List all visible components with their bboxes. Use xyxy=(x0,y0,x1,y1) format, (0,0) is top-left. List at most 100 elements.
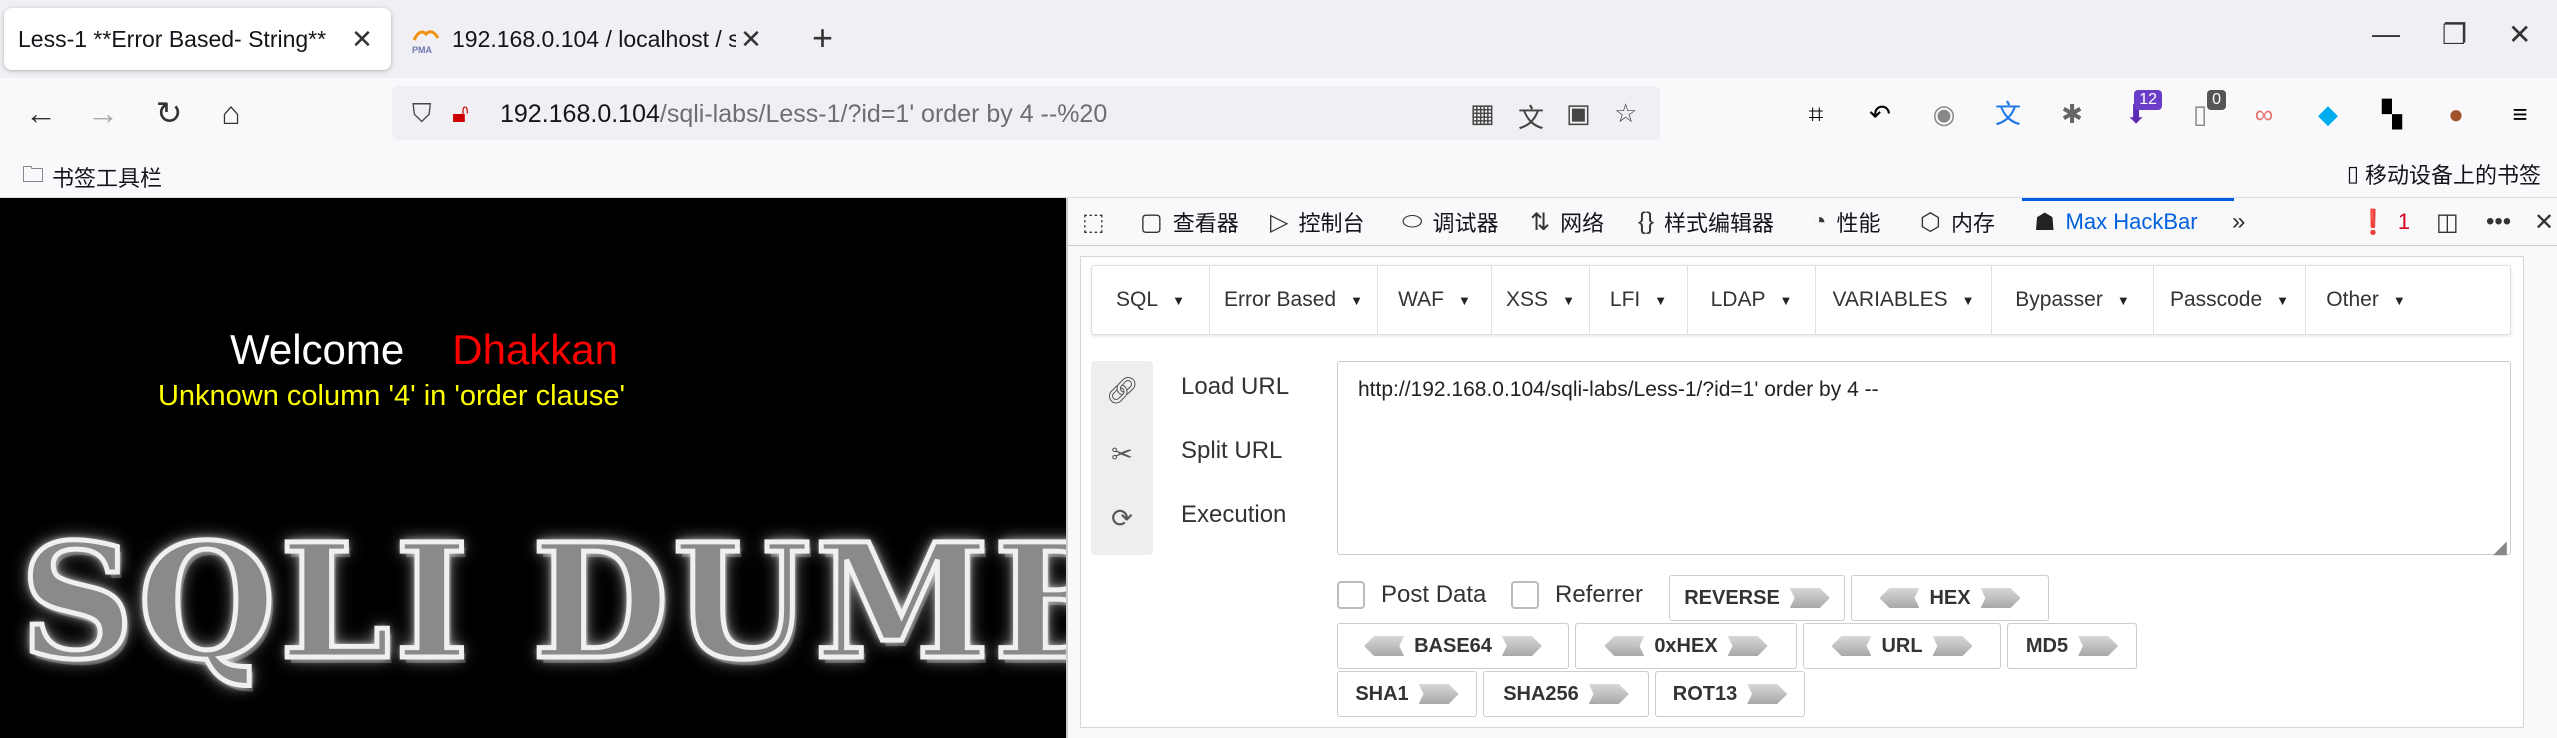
button-label: SHA256 xyxy=(1503,682,1579,705)
extensions-grid-icon[interactable]: ▣ xyxy=(1566,98,1591,129)
menu-other[interactable]: Other ▼ xyxy=(2306,266,2426,334)
menu-waf[interactable]: WAF ▼ xyxy=(1378,266,1492,334)
reverse-button[interactable]: REVERSE xyxy=(1669,575,1845,621)
download-icon[interactable]: ⬇ 12 xyxy=(2120,90,2162,130)
close-icon[interactable]: ✕ xyxy=(2508,18,2531,51)
menu-label: Other xyxy=(2326,288,2379,311)
md5-button[interactable]: MD5 xyxy=(2007,623,2137,669)
mobile-bookmarks-folder[interactable]: ▯ 移动设备上的书签 xyxy=(2347,158,2541,190)
devtools-tab-console[interactable]: ▷ 控制台 xyxy=(1270,198,1364,246)
link-extension-icon[interactable]: ∞ xyxy=(2248,98,2280,130)
devtools-tab-inspector[interactable]: ▢ 查看器 xyxy=(1140,198,1239,246)
button-label: SHA1 xyxy=(1355,682,1409,705)
insecure-lock-icon[interactable]: 🔓︎ xyxy=(452,98,469,130)
menu-sql[interactable]: SQL ▼ xyxy=(1092,266,1210,334)
devtools-tab-max-hackbar[interactable]: ☗ Max HackBar xyxy=(2034,198,2198,246)
menu-bypasser[interactable]: Bypasser ▼ xyxy=(1992,266,2154,334)
memory-icon: ⬡ xyxy=(1920,208,1941,236)
devtools-tab-style-editor[interactable]: {} 样式编辑器 xyxy=(1638,198,1774,246)
plus-icon[interactable]: + xyxy=(812,18,833,58)
base64-button[interactable]: BASE64 xyxy=(1337,623,1569,669)
counter-icon[interactable]: ▯ 0 xyxy=(2184,90,2226,130)
chevron-left-icon xyxy=(1879,588,1920,608)
post-data-toggle[interactable]: Post Data xyxy=(1337,581,1486,609)
pma-icon: PMA xyxy=(410,24,440,55)
split-url-button[interactable]: Split URL xyxy=(1181,437,1331,465)
0xhex-button[interactable]: 0xHEX xyxy=(1575,623,1797,669)
restore-icon[interactable]: ❐ xyxy=(2442,18,2467,51)
referrer-checkbox[interactable] xyxy=(1511,581,1539,609)
bookmark-star-icon[interactable]: ☆ xyxy=(1614,98,1637,129)
devtools-tab-memory[interactable]: ⬡ 内存 xyxy=(1920,198,1995,246)
mobile-bookmarks-label: 移动设备上的书签 xyxy=(2364,163,2541,188)
url-bar[interactable]: ⛉ 🔓︎ 192.168.0.104/sqli-labs/Less-1/?id=… xyxy=(392,86,1660,140)
chevron-right-icon xyxy=(1789,588,1830,608)
menu-label: LDAP xyxy=(1710,288,1766,311)
caret-down-icon: ▼ xyxy=(1654,292,1668,308)
referrer-toggle[interactable]: Referrer xyxy=(1511,581,1643,609)
close-devtools-icon[interactable]: ✕ xyxy=(2534,198,2554,246)
devtools-tab-debugger[interactable]: ⬭ 调试器 xyxy=(1402,198,1499,246)
caret-down-icon: ▼ xyxy=(1961,292,1975,308)
sql-error-message: Unknown column '4' in 'order clause' xyxy=(157,380,626,412)
tab-less-1[interactable]: Less-1 **Error Based- String** ✕ xyxy=(4,8,391,70)
chevron-left-icon xyxy=(1604,636,1645,656)
sqli-banner: SQLI DUMB SERIES-1 xyxy=(18,508,1066,698)
sha1-button[interactable]: SHA1 xyxy=(1337,671,1477,717)
menu-lfi[interactable]: LFI ▼ xyxy=(1590,266,1688,334)
element-picker-icon[interactable]: ⬚ xyxy=(1082,198,1105,246)
translate-icon[interactable]: 文 xyxy=(1518,98,1544,135)
menu-error-based[interactable]: Error Based ▼ xyxy=(1210,266,1378,334)
post-data-checkbox[interactable] xyxy=(1337,581,1365,609)
error-count[interactable]: ❗ 1 xyxy=(2358,198,2410,246)
menu-xss[interactable]: XSS ▼ xyxy=(1492,266,1590,334)
bookmarks-toolbar-folder[interactable]: 🗀 书签工具栏 xyxy=(22,158,162,196)
menu-ldap[interactable]: LDAP ▼ xyxy=(1688,266,1816,334)
reload-icon[interactable]: ↻ xyxy=(148,92,190,134)
caret-down-icon: ▼ xyxy=(2276,292,2290,308)
circle-icon[interactable]: ◉ xyxy=(1928,98,1960,130)
load-url-button[interactable]: Load URL xyxy=(1181,373,1331,401)
mobile-device-icon: ▯ xyxy=(2346,161,2359,186)
forward-icon[interactable]: → xyxy=(82,92,124,134)
home-icon[interactable]: ⌂ xyxy=(210,92,252,134)
undo-icon[interactable]: ↶ xyxy=(1864,98,1896,130)
close-tab-icon[interactable]: ✕ xyxy=(736,24,766,55)
devtools-tab-network[interactable]: ⇅ 网络 xyxy=(1530,198,1604,246)
sha256-button[interactable]: SHA256 xyxy=(1483,671,1649,717)
scissors-icon[interactable]: ✂ xyxy=(1091,439,1153,470)
menu-icon[interactable]: ≡ xyxy=(2504,98,2536,130)
cube-icon[interactable]: ◆ xyxy=(2312,98,2344,130)
dock-side-icon[interactable]: ◫ xyxy=(2436,198,2459,246)
bookmarks-toolbar-label: 书签工具栏 xyxy=(52,166,163,191)
more-tabs-chevron-icon[interactable]: » xyxy=(2232,198,2245,246)
devtools-tab-performance[interactable]: ◔ 性能 xyxy=(1812,198,1881,246)
back-icon[interactable]: ← xyxy=(20,92,62,134)
close-tab-icon[interactable]: ✕ xyxy=(347,24,377,55)
menu-label: VARIABLES xyxy=(1832,288,1948,311)
minimize-icon[interactable]: — xyxy=(2372,18,2400,50)
hex-button[interactable]: HEX xyxy=(1851,575,2049,621)
url-text[interactable]: 192.168.0.104/sqli-labs/Less-1/?id=1' or… xyxy=(500,100,1107,129)
tab-phpmyadmin[interactable]: PMA 192.168.0.104 / localhost / se ✕ xyxy=(400,8,780,70)
puzzle-icon[interactable]: ✱ xyxy=(2056,98,2088,130)
more-options-icon[interactable]: ••• xyxy=(2486,198,2511,246)
menu-variables[interactable]: VARIABLES ▼ xyxy=(1816,266,1992,334)
devtools-tab-label: 控制台 xyxy=(1298,211,1365,236)
rot13-button[interactable]: ROT13 xyxy=(1655,671,1805,717)
menu-passcode[interactable]: Passcode ▼ xyxy=(2154,266,2306,334)
refresh-icon[interactable]: ⟳ xyxy=(1091,503,1153,534)
menu-label: Passcode xyxy=(2169,288,2263,311)
hackbar-url-input[interactable]: http://192.168.0.104/sqli-labs/Less-1/?i… xyxy=(1337,361,2511,555)
qr-code-icon[interactable]: ▦ xyxy=(1470,98,1495,129)
execution-button[interactable]: Execution xyxy=(1181,501,1331,529)
shield-icon[interactable]: ⛉ xyxy=(412,98,432,130)
translate-extension-icon[interactable]: 文 xyxy=(1992,98,2024,130)
crop-icon[interactable]: ⌗ xyxy=(1800,98,1832,130)
chevron-right-icon xyxy=(1747,684,1788,704)
resize-grip-icon[interactable]: ◢ xyxy=(2493,537,2507,558)
link-icon[interactable]: 🔗︎ xyxy=(1091,375,1153,406)
url-encode-button[interactable]: URL xyxy=(1803,623,2001,669)
apps-icon[interactable]: ▚ xyxy=(2376,98,2408,130)
cookie-icon[interactable]: ● xyxy=(2440,98,2472,130)
